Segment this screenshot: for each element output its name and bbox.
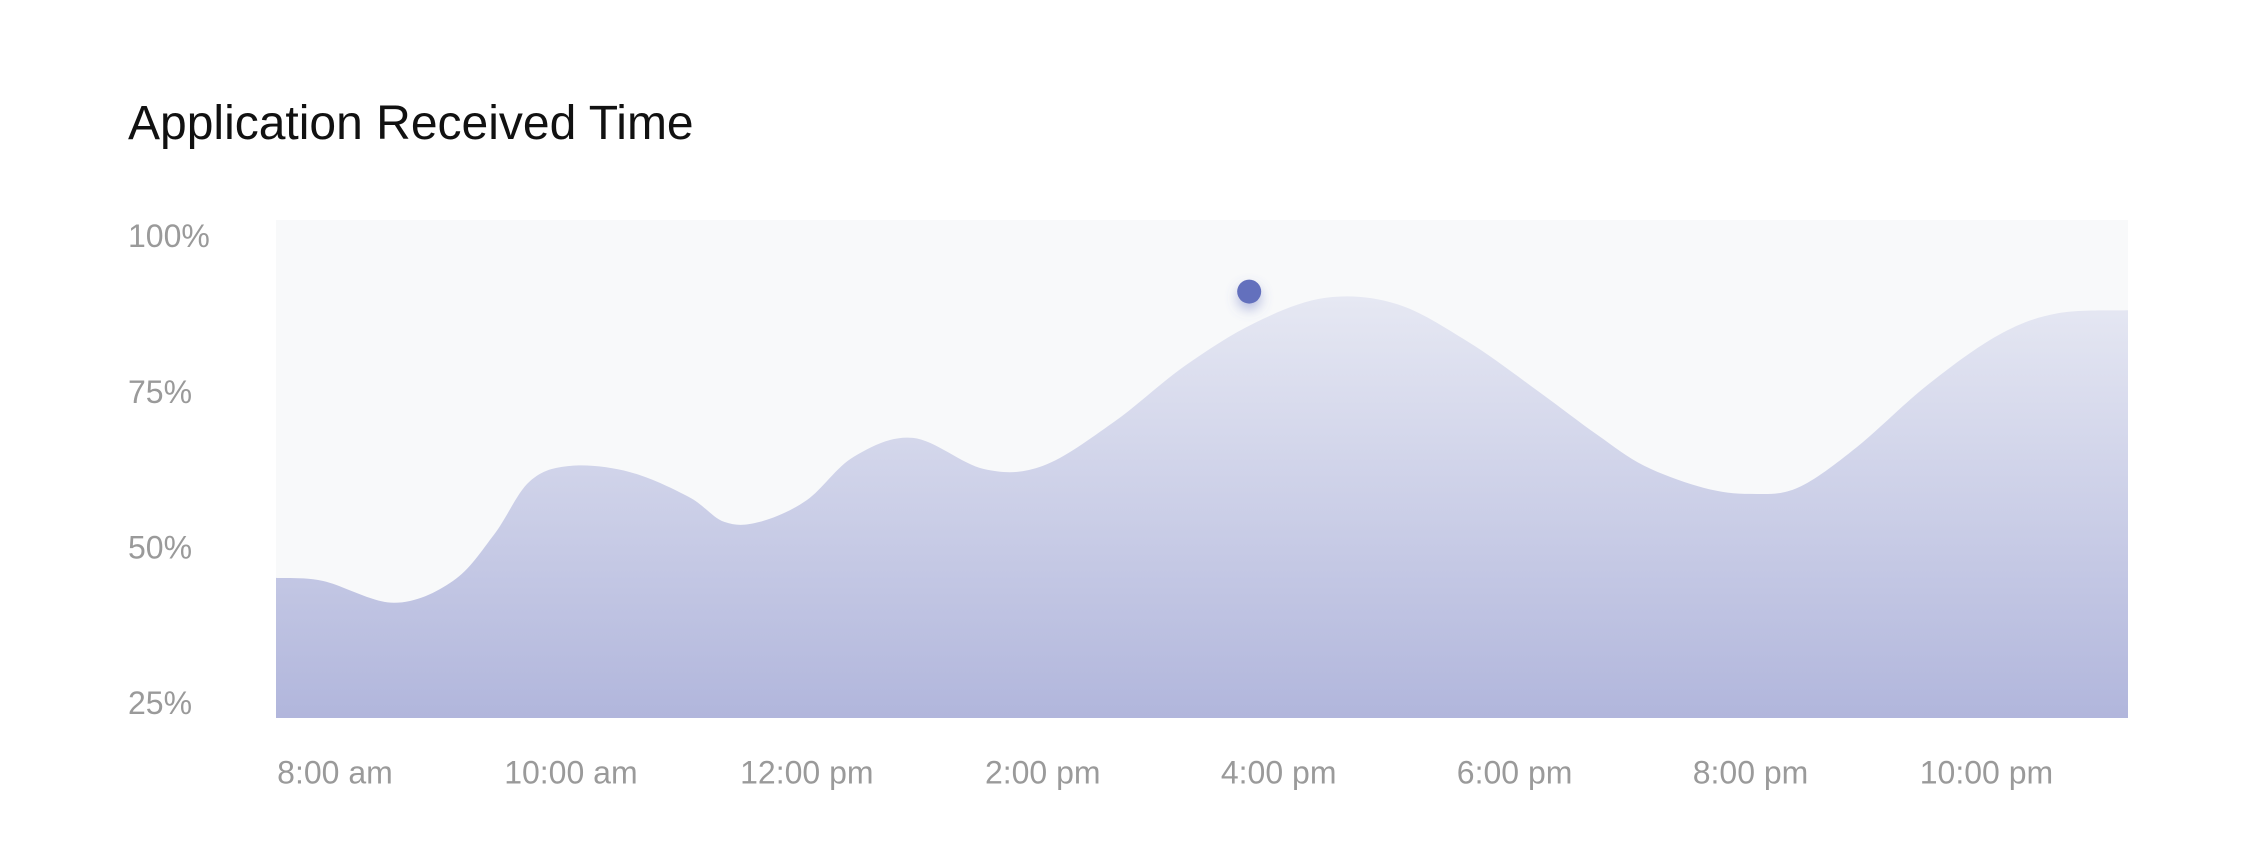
y-axis-ticks: 100% 75% 50% 25%: [128, 218, 210, 721]
y-tick-label: 75%: [128, 374, 192, 410]
x-tick-label: 2:00 pm: [985, 754, 1101, 790]
x-tick-label: 8:00 pm: [1693, 754, 1809, 790]
chart-card: Application Received Time 100% 75% 50% 25% …: [0, 0, 2256, 848]
x-tick-label: 10:00 am: [504, 754, 637, 790]
y-tick-label: 50%: [128, 529, 192, 565]
x-axis-ticks: 8:00 am 10:00 am 12:00 pm 2:00 pm 4:00 pm 6:0…: [277, 754, 2053, 790]
x-tick-label: 12:00 pm: [740, 754, 873, 790]
x-tick-label: 4:00 pm: [1221, 754, 1337, 790]
y-tick-label: 25%: [128, 685, 192, 721]
x-tick-label: 10:00 pm: [1920, 754, 2053, 790]
y-tick-label: 100%: [128, 218, 210, 254]
highlight-point-marker[interactable]: [1237, 279, 1262, 304]
area-chart: 100% 75% 50% 25% 8:00 am 10:00 am 12:00 pm 2:0…: [128, 218, 2128, 790]
x-tick-label: 8:00 am: [277, 754, 393, 790]
x-tick-label: 6:00 pm: [1457, 754, 1573, 790]
